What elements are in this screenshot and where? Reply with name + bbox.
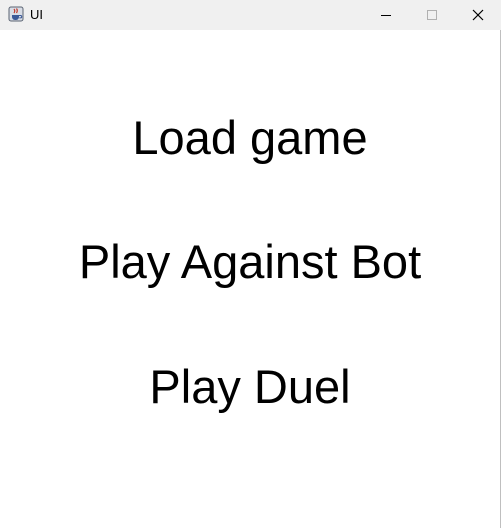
maximize-button[interactable]	[409, 0, 455, 30]
app-window: UI Load game Play Against Bot Play Duel	[0, 0, 501, 528]
close-icon	[472, 9, 484, 21]
minimize-icon	[381, 15, 391, 16]
java-cup-icon	[8, 6, 24, 22]
load-game-button[interactable]: Load game	[0, 110, 500, 166]
close-button[interactable]	[455, 0, 501, 30]
minimize-button[interactable]	[363, 0, 409, 30]
play-duel-button[interactable]: Play Duel	[0, 359, 500, 415]
maximize-icon	[427, 10, 437, 20]
title-bar[interactable]: UI	[0, 0, 501, 30]
main-menu: Load game Play Against Bot Play Duel	[0, 30, 500, 528]
window-title: UI	[30, 7, 43, 22]
play-against-bot-button[interactable]: Play Against Bot	[0, 234, 500, 290]
